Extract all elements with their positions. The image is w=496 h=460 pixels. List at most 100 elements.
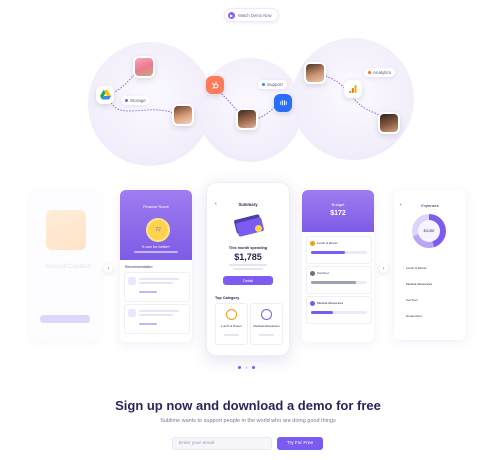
try-for-free-button[interactable]: Try For Free	[277, 437, 323, 450]
budget-lunch-bar	[311, 251, 367, 254]
budget-lunch-label: Lunch & Dinner	[317, 241, 338, 245]
carousel-prev-button[interactable]: ‹	[104, 264, 113, 273]
donut-hole: $3,050	[418, 220, 440, 242]
avatar-man-dark	[378, 112, 400, 134]
rec-line	[139, 310, 179, 312]
watch-demo-button[interactable]: ▶ Watch Demo Now	[224, 8, 279, 22]
storage-chip: Storage	[121, 96, 150, 105]
account-continue-button[interactable]	[40, 315, 90, 323]
budget-medical-icon	[310, 301, 315, 306]
rec-icon-1	[128, 277, 136, 285]
category-medical-label: Medical Allowances	[253, 324, 280, 328]
expenses-title: Expenses	[421, 203, 439, 208]
budget-item-fuel[interactable]: Car Fuel	[306, 266, 372, 294]
lunch-icon	[226, 309, 237, 320]
budget-title: Budget	[331, 202, 345, 207]
cta-title: Sign up now and download a demo for free	[115, 398, 381, 413]
try-for-free-label: Try For Free	[286, 441, 314, 446]
play-icon: ▶	[228, 11, 235, 19]
budget-fuel-label: Car Fuel	[317, 271, 329, 275]
screen-account-created: Account Created!	[30, 190, 100, 340]
summary-detail-label: Detail	[242, 278, 254, 283]
support-chip: Support	[258, 80, 287, 89]
avatar-woman-pink-hair	[133, 56, 155, 78]
screen-finance-score: Finance Score 72 It can be better! Recom…	[120, 190, 192, 342]
recommendation-card-1[interactable]	[124, 272, 190, 302]
budget-fuel-fill	[311, 281, 356, 284]
finance-desc-line	[134, 251, 178, 253]
analytics-chip-label: Analytics	[373, 70, 392, 75]
finance-score-badge: 72	[146, 218, 170, 242]
rec-line	[139, 323, 157, 325]
storage-chip-label: Storage	[130, 98, 146, 103]
rec-line	[139, 314, 173, 316]
account-created-title: Account Created!	[44, 264, 92, 270]
cta-subtitle: Sublime wants to support people in the w…	[160, 418, 336, 424]
analytics-chip: Analytics	[364, 68, 396, 77]
email-input[interactable]: Enter your email	[172, 437, 272, 450]
summary-desc-line	[229, 264, 267, 266]
pagination-dot[interactable]	[252, 366, 255, 369]
budget-fuel-bar	[311, 281, 367, 284]
support-chip-label: Support	[267, 82, 283, 87]
recommendation-label: Recommendation	[125, 265, 153, 269]
avatar-woman-curly	[172, 104, 194, 126]
rec-icon-2	[128, 309, 136, 317]
hubspot-icon	[206, 76, 224, 94]
support-dot	[262, 83, 265, 86]
summary-card-illustration	[231, 213, 265, 237]
recommendation-card-2[interactable]	[124, 304, 190, 334]
avatar-man-beard	[304, 62, 326, 84]
thumbs-up-illustration	[46, 210, 86, 250]
rec-line	[139, 282, 173, 284]
budget-item-medical[interactable]: Medical Allowances	[306, 296, 372, 324]
budget-medical-fill	[311, 311, 334, 314]
summary-amount: $1,785	[234, 252, 262, 262]
expense-item-rent: House Rent	[406, 314, 422, 318]
finance-subtitle: It can be better!	[142, 244, 170, 249]
expenses-donut: $3,050	[412, 214, 446, 248]
email-placeholder: Enter your email	[179, 441, 214, 446]
google-drive-icon	[96, 86, 114, 104]
category-line	[224, 334, 239, 336]
budget-amount: $172	[330, 210, 346, 217]
finance-score-value: 72	[155, 227, 161, 233]
rec-line	[139, 278, 179, 280]
screen-summary-phone: ‹ Summary This month spending $1,785 Det…	[206, 182, 290, 356]
budget-lunch-icon	[310, 241, 315, 246]
pagination-dot-active[interactable]	[238, 366, 241, 369]
carousel-pagination	[238, 366, 255, 369]
expense-item-lunch: Lunch & Dinner	[406, 266, 427, 270]
budget-medical-bar	[311, 311, 367, 314]
medical-icon	[261, 309, 272, 320]
rec-line	[139, 291, 157, 293]
analytics-dot	[368, 71, 371, 74]
budget-medical-label: Medical Allowances	[317, 301, 344, 305]
expense-item-fuel: Car Fuel	[406, 298, 418, 302]
budget-item-lunch[interactable]: Lunch & Dinner	[306, 236, 372, 264]
screen-expenses: ‹ Expenses $3,050 Lunch & Dinner Medical…	[394, 190, 466, 340]
intercom-icon	[274, 94, 292, 112]
expenses-center-value: $3,050	[423, 229, 435, 233]
budget-lunch-fill	[311, 251, 345, 254]
budget-fuel-icon	[310, 271, 315, 276]
carousel-next-button[interactable]: ›	[379, 264, 388, 273]
category-line	[259, 334, 274, 336]
summary-month-label: This month spending	[228, 246, 268, 250]
coin	[255, 225, 262, 232]
category-card-lunch[interactable]: Lunch & Dinner	[215, 303, 248, 345]
category-lunch-label: Lunch & Dinner	[221, 324, 242, 328]
avatar-woman-afro	[236, 108, 258, 130]
expense-item-medical: Medical Allowances	[406, 282, 433, 286]
storage-dot	[125, 99, 128, 102]
summary-title: Summary	[238, 202, 258, 207]
watch-demo-label: Watch Demo Now	[238, 12, 272, 18]
top-category-label: Top Category	[215, 296, 240, 300]
category-card-medical[interactable]: Medical Allowances	[250, 303, 283, 345]
screen-budget: Budget $172 Lunch & Dinner Car Fuel Medi…	[302, 190, 374, 342]
google-analytics-icon	[344, 80, 362, 98]
pagination-dot[interactable]	[245, 366, 248, 369]
summary-detail-button[interactable]: Detail	[223, 276, 273, 285]
finance-title: Finance Score	[143, 204, 169, 209]
summary-desc-line	[233, 268, 263, 270]
